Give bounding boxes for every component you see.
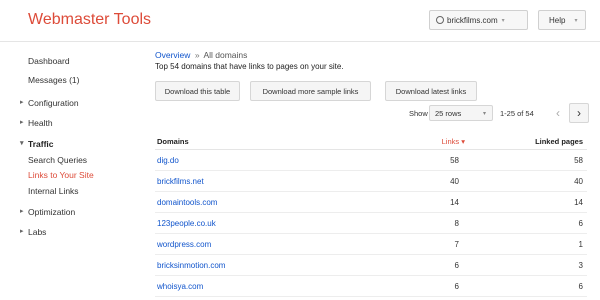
sidebar-item-label: Traffic — [28, 139, 54, 149]
domain-link[interactable]: domaintools.com — [157, 198, 217, 207]
chevron-down-icon: ▾ — [482, 111, 486, 117]
expand-arrow-icon: ▸ — [20, 119, 24, 126]
download-table-button[interactable]: Download this table — [155, 81, 240, 101]
domain-link[interactable]: bricksinmotion.com — [157, 261, 225, 270]
column-header-links-label: Links — [441, 137, 460, 146]
sidebar-item-health[interactable]: ▸ Health — [20, 118, 53, 128]
sidebar-item-links-to-your-site[interactable]: Links to Your Site — [28, 170, 94, 180]
linked-pages-count: 40 — [574, 177, 583, 186]
help-label: Help — [549, 15, 566, 25]
linked-pages-count: 6 — [578, 219, 583, 228]
show-label: Show — [409, 109, 428, 118]
linked-pages-count: 58 — [574, 156, 583, 165]
site-name: brickfilms.com — [447, 15, 498, 25]
table-row: wordpress.com 7 1 — [155, 234, 587, 255]
sidebar-item-label: Labs — [28, 227, 47, 237]
sidebar-item-optimization[interactable]: ▸ Optimization — [20, 207, 76, 217]
domain-link[interactable]: dig.do — [157, 156, 179, 165]
page-subtitle: Top 54 domains that have links to pages … — [155, 62, 344, 71]
table-row: whoisya.com 6 6 — [155, 276, 587, 297]
table-row: 123people.co.uk 8 6 — [155, 213, 587, 234]
table-row: bricksinmotion.com 6 3 — [155, 255, 587, 276]
rows-value: 25 rows — [435, 108, 462, 118]
sidebar-item-search-queries[interactable]: Search Queries — [28, 155, 87, 165]
links-count: 14 — [450, 198, 459, 207]
domain-link[interactable]: whoisya.com — [157, 282, 203, 291]
links-count: 6 — [454, 282, 459, 291]
sidebar-item-dashboard[interactable]: Dashboard — [28, 56, 70, 66]
download-sample-links-button[interactable]: Download more sample links — [250, 81, 371, 101]
sidebar-item-internal-links[interactable]: Internal Links — [28, 186, 79, 196]
pager-range: 1-25 of 54 — [500, 109, 534, 118]
linked-pages-count: 14 — [574, 198, 583, 207]
breadcrumb: Overview » All domains — [155, 50, 247, 60]
linked-pages-count: 3 — [578, 261, 583, 270]
sidebar-item-traffic[interactable]: ▾ Traffic — [20, 139, 54, 149]
domain-link[interactable]: wordpress.com — [157, 240, 211, 249]
domain-link[interactable]: brickfilms.net — [157, 177, 204, 186]
prev-page-button[interactable]: ‹ — [548, 103, 568, 123]
table-row: dig.do 58 58 — [155, 150, 587, 171]
links-count: 7 — [454, 240, 459, 249]
breadcrumb-current: All domains — [203, 50, 248, 60]
sidebar-item-label: Health — [28, 118, 53, 128]
column-header-links[interactable]: Links ▾ — [442, 137, 465, 146]
sidebar-item-label: Optimization — [28, 207, 76, 217]
domain-link[interactable]: 123people.co.uk — [157, 219, 216, 228]
sidebar-item-label: Configuration — [28, 98, 79, 108]
column-header-linked-pages[interactable]: Linked pages — [535, 137, 583, 146]
links-count: 40 — [450, 177, 459, 186]
pager: Show 25 rows ▾ 1-25 of 54 ‹ › — [155, 103, 589, 123]
top-header: Webmaster Tools brickfilms.com ▾ Help ▾ — [0, 0, 600, 42]
links-count: 6 — [454, 261, 459, 270]
column-header-domains[interactable]: Domains — [157, 137, 189, 146]
site-selector[interactable]: brickfilms.com ▾ — [429, 10, 528, 30]
breadcrumb-separator: » — [194, 50, 200, 60]
help-button[interactable]: Help ▾ — [538, 10, 586, 30]
sidebar-item-messages[interactable]: Messages (1) — [28, 75, 80, 85]
sidebar-item-configuration[interactable]: ▸ Configuration — [20, 98, 79, 108]
breadcrumb-overview-link[interactable]: Overview — [155, 50, 190, 60]
table-header: Domains Links ▾ Linked pages — [155, 134, 587, 150]
next-page-button[interactable]: › — [569, 103, 589, 123]
sidebar-item-labs[interactable]: ▸ Labs — [20, 227, 47, 237]
links-count: 58 — [450, 156, 459, 165]
sort-desc-icon: ▾ — [461, 137, 465, 146]
chevron-right-icon: › — [577, 106, 581, 120]
app-title[interactable]: Webmaster Tools — [28, 11, 151, 29]
linked-pages-count: 1 — [578, 240, 583, 249]
domains-table: Domains Links ▾ Linked pages dig.do 58 5… — [155, 134, 587, 297]
table-row: brickfilms.net 40 40 — [155, 171, 587, 192]
download-latest-links-button[interactable]: Download latest links — [385, 81, 477, 101]
chevron-left-icon: ‹ — [556, 106, 560, 120]
expand-arrow-icon: ▸ — [20, 208, 24, 215]
chevron-down-icon: ▾ — [574, 17, 578, 24]
chevron-down-icon: ▾ — [501, 17, 505, 24]
expand-arrow-icon: ▸ — [20, 228, 24, 235]
table-row: domaintools.com 14 14 — [155, 192, 587, 213]
expand-arrow-icon: ▸ — [20, 99, 24, 106]
rows-per-page-select[interactable]: 25 rows ▾ — [429, 105, 493, 121]
linked-pages-count: 6 — [578, 282, 583, 291]
collapse-arrow-icon: ▾ — [20, 140, 24, 147]
globe-icon — [436, 16, 444, 24]
links-count: 8 — [454, 219, 459, 228]
